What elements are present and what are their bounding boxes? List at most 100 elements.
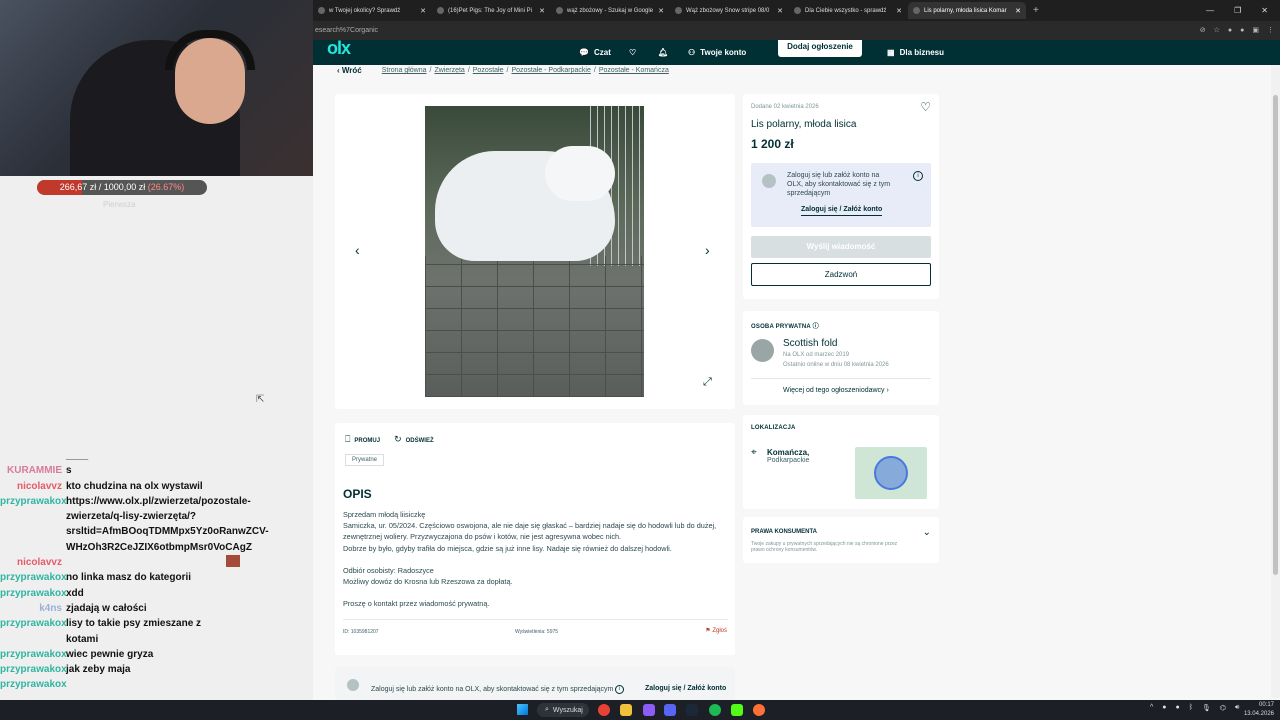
back-label: Wróć — [341, 66, 362, 75]
maximize-icon[interactable]: ❐ — [1234, 6, 1241, 15]
star-icon[interactable]: ☆ — [1214, 21, 1220, 40]
folder-icon[interactable] — [620, 704, 632, 716]
send-message-button[interactable]: Wyślij wiadomość — [751, 236, 931, 258]
close-tab-icon[interactable]: ✕ — [777, 7, 783, 15]
location-card: LOKALIZACJA ⌖ Komańcza, Podkarpackie — [743, 415, 939, 509]
minimize-icon[interactable]: — — [1206, 6, 1214, 15]
scrollbar-thumb[interactable] — [1273, 95, 1278, 575]
info-icon[interactable]: i — [615, 685, 624, 694]
volume-icon[interactable]: 🔊︎ — [1235, 704, 1239, 712]
browser-tab[interactable]: wąż zbożowy - Szukaj w Google ✕ — [551, 2, 669, 19]
business-link[interactable]: ▦ Dla biznesu — [887, 40, 944, 65]
bell-icon[interactable]: 🔔︎ — [658, 40, 668, 65]
page-scrollbar[interactable] — [1271, 65, 1280, 698]
prev-photo-icon[interactable]: ‹ — [355, 242, 360, 258]
discord-icon[interactable] — [664, 704, 676, 716]
extension-icon[interactable]: ● — [1240, 21, 1244, 40]
firefox-icon[interactable] — [753, 704, 765, 716]
chat-link[interactable]: 💬 Czat — [579, 40, 611, 65]
seller-more-label: Więcej od tego ogłoszeniodawcy — [783, 387, 885, 394]
back-link[interactable]: ‹ Wróć — [337, 66, 362, 75]
seller-card: OSOBA PRYWATNA ⓘ Scottish fold Na OLX od… — [743, 311, 939, 405]
seller-section-label: OSOBA PRYWATNA — [751, 324, 811, 330]
refresh-button[interactable]: ↻ ODŚWIEŻ — [394, 434, 434, 445]
add-listing-button[interactable]: Dodaj ogłoszenie — [778, 40, 862, 57]
taskbar-search[interactable]: ⌕ Wyszukaj — [537, 703, 589, 717]
extensions-bar: ⊘ ☆ ● ● ▣ ⋮ — [1200, 21, 1274, 40]
donation-goal-amount: 266,67 zł / 1000,00 zł — [59, 182, 146, 192]
breadcrumb-link[interactable]: Pozostałe - Podkarpackie — [511, 67, 590, 74]
new-tab-icon[interactable]: + — [1033, 5, 1039, 16]
bottom-login-link[interactable]: Zaloguj się / Załóż konto — [645, 685, 726, 692]
tab-favicon-icon — [794, 7, 801, 14]
fullscreen-icon[interactable]: ⤢ — [703, 376, 712, 389]
close-tab-icon[interactable]: ✕ — [539, 7, 545, 15]
info-icon[interactable]: ⓘ — [813, 324, 819, 330]
taskbar-clock[interactable]: 00:17 13.04.2026 — [1244, 701, 1274, 719]
breadcrumb-link[interactable]: Pozostałe — [473, 67, 504, 74]
close-window-icon[interactable]: ✕ — [1261, 6, 1268, 15]
listing-photo[interactable] — [425, 106, 644, 397]
breadcrumb-link[interactable]: Zwierzęta — [434, 67, 464, 74]
microphone-icon[interactable]: 🎙︎ — [1202, 704, 1211, 712]
close-tab-icon[interactable]: ✕ — [1015, 7, 1021, 15]
windows-start-icon[interactable] — [517, 704, 528, 715]
address-bar[interactable]: esearch%7Corganic ⊘ ☆ ● ● ▣ ⋮ — [313, 21, 1280, 40]
close-tab-icon[interactable]: ✕ — [896, 7, 902, 15]
puzzle-icon[interactable]: ▣ — [1252, 21, 1259, 40]
login-prompt-text: Zaloguj się lub załóż konto na OLX, aby … — [787, 172, 891, 197]
cast-icon[interactable]: ⊘ — [1200, 21, 1206, 40]
heart-icon[interactable]: ♡ — [629, 40, 636, 65]
chat-text: xdd — [66, 587, 84, 599]
bluetooth-icon[interactable]: ᛒ — [1189, 704, 1193, 712]
seller-section-title: OSOBA PRYWATNA ⓘ — [751, 321, 819, 330]
chevron-down-icon[interactable]: ⌄ — [923, 527, 931, 538]
description-line: Dobrze by było, gdyby trafiła do miejsca… — [343, 543, 672, 553]
chat-username: przyprawakox — [0, 618, 67, 630]
tray-app-icon[interactable]: ● — [1162, 704, 1166, 712]
flag-icon: ⚑ — [705, 628, 711, 634]
browser-tab[interactable]: (16)Pet Pigs: The Joy of Mini Pi ✕ — [432, 2, 550, 19]
user-avatar-icon — [347, 679, 359, 691]
account-link[interactable]: ⚇ Twoje konto — [688, 40, 746, 65]
close-tab-icon[interactable]: ✕ — [420, 7, 426, 15]
breadcrumb-link[interactable]: Pozostałe - Komańcza — [599, 67, 669, 74]
chevron-up-icon[interactable]: ^ — [1150, 704, 1153, 712]
tab-favicon-icon — [913, 7, 920, 14]
browser-tab[interactable]: Wąż zbożowy Snow stripe 08/0 ✕ — [670, 2, 788, 19]
chat-username: k4ns — [39, 602, 62, 614]
chrome-icon[interactable] — [598, 704, 610, 716]
report-link[interactable]: ⚑ Zgłoś — [705, 627, 727, 634]
ad-price: 1 200 zł — [751, 137, 794, 151]
consumer-rights-card[interactable]: PRAWA KONSUMENTA Twoje zakupy u prywatny… — [743, 517, 939, 563]
chat-message: KURAMMIE s — [0, 463, 313, 478]
private-tag: Prywatne — [345, 454, 385, 466]
favorite-heart-icon[interactable]: ♡ — [920, 100, 931, 114]
call-button[interactable]: Zadzwoń — [751, 263, 931, 286]
login-link[interactable]: Zaloguj się / Załóż konto — [801, 206, 883, 216]
chat-username: nicolavvz — [16, 557, 62, 569]
promote-button[interactable]: ⎕ PROMUJ — [345, 434, 380, 445]
app-icon[interactable] — [643, 704, 655, 716]
kick-icon[interactable] — [731, 704, 743, 716]
tray-app-icon[interactable]: ● — [1176, 704, 1180, 712]
seller-more-link[interactable]: Więcej od tego ogłoszeniodawcy › — [783, 387, 889, 394]
extension-icon[interactable]: ● — [1228, 21, 1232, 40]
chat-text: kto chudzina na olx wystawil — [66, 480, 203, 492]
info-icon[interactable]: i — [913, 171, 923, 181]
spotify-icon[interactable] — [709, 704, 721, 716]
user-icon: ⚇ — [688, 48, 696, 57]
browser-tab[interactable]: Lis polarny, młoda lisica Komar ✕ — [908, 2, 1026, 19]
steam-icon[interactable] — [686, 704, 698, 716]
next-photo-icon[interactable]: › — [705, 242, 710, 258]
breadcrumb-link[interactable]: Strona główna — [382, 67, 427, 74]
menu-icon[interactable]: ⋮ — [1267, 21, 1274, 40]
close-tab-icon[interactable]: ✕ — [658, 7, 664, 15]
address-text[interactable]: esearch%7Corganic — [315, 27, 378, 34]
taskbar-search-label: Wyszukaj — [552, 706, 583, 714]
browser-tab[interactable]: Dla Ciebie wszystko - sprawdź ✕ — [789, 2, 907, 19]
location-map[interactable] — [855, 447, 927, 499]
olx-logo[interactable]: olx — [327, 40, 351, 59]
browser-tab[interactable]: w Twojej okolicy? Sprawdź ✕ — [313, 2, 431, 19]
network-icon[interactable]: ⌬ — [1220, 704, 1226, 712]
